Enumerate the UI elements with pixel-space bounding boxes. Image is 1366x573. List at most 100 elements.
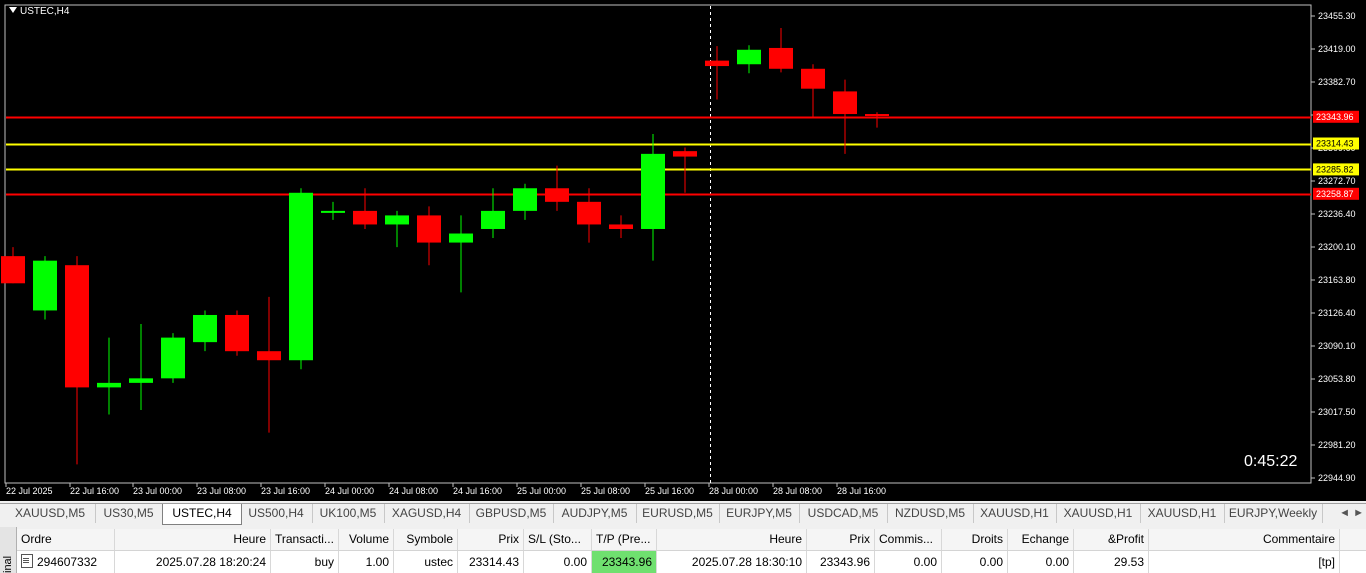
- candle-body[interactable]: [577, 201, 601, 225]
- col-echange[interactable]: Echange: [1008, 529, 1074, 550]
- tab-xauusd-h1[interactable]: XAUUSD,H1: [1140, 504, 1225, 523]
- col-symbole[interactable]: Symbole: [394, 529, 458, 550]
- price-tick-label: 22944.90: [1318, 473, 1356, 483]
- tab-eurjpy-m5[interactable]: EURJPY,M5: [719, 504, 800, 523]
- col-ordre[interactable]: Ordre: [17, 529, 115, 550]
- price-tick-label: 23053.80: [1318, 374, 1356, 384]
- tab-xauusd-h1[interactable]: XAUUSD,H1: [973, 504, 1057, 523]
- time-tick-label: 22 Jul 2025: [6, 486, 53, 496]
- tab-us500-h4[interactable]: US500,H4: [240, 504, 313, 523]
- candle-body[interactable]: [257, 351, 281, 361]
- tab-usdcad-m5[interactable]: USDCAD,M5: [799, 504, 888, 523]
- candle-body[interactable]: [449, 233, 473, 243]
- col-sl[interactable]: S/L (Sto...: [524, 529, 592, 550]
- tab-xauusd-h1[interactable]: XAUUSD,H1: [1056, 504, 1141, 523]
- time-tick-label: 25 Jul 08:00: [581, 486, 630, 496]
- table-row[interactable]: 294607332 2025.07.28 18:20:24 buy 1.00 u…: [17, 551, 1366, 573]
- tab-eurusd-m5[interactable]: EURUSD,M5: [636, 504, 720, 523]
- col-commentaire[interactable]: Commentaire: [1149, 529, 1340, 550]
- tab-nzdusd-m5[interactable]: NZDUSD,M5: [887, 504, 974, 523]
- level-price-label: 23343.96: [1316, 112, 1354, 122]
- tab-eurjpy-weekly[interactable]: EURJPY,Weekly: [1224, 504, 1323, 523]
- tab-xauusd-m5[interactable]: XAUUSD,M5: [5, 504, 96, 523]
- col-profit[interactable]: &Profit: [1074, 529, 1149, 550]
- time-tick-label: 25 Jul 00:00: [517, 486, 566, 496]
- cell-volume: 1.00: [339, 551, 394, 573]
- cell-heure-close: 2025.07.28 18:30:10: [657, 551, 807, 573]
- tab-gbpusd-m5[interactable]: GBPUSD,M5: [469, 504, 554, 523]
- candle-body[interactable]: [321, 210, 345, 213]
- time-tick-label: 24 Jul 08:00: [389, 486, 438, 496]
- candle-body[interactable]: [545, 188, 569, 202]
- chart-area[interactable]: 23455.3023419.0023382.7023346.4023309.60…: [0, 0, 1366, 501]
- col-transaction[interactable]: Transacti...: [271, 529, 339, 550]
- cell-sl: 0.00: [524, 551, 592, 573]
- level-price-label: 23258.87: [1316, 189, 1354, 199]
- time-tick-label: 28 Jul 00:00: [709, 486, 758, 496]
- price-tick-label: 23236.40: [1318, 209, 1356, 219]
- candle-body[interactable]: [289, 192, 313, 361]
- level-price-label: 23314.43: [1316, 139, 1354, 149]
- time-tick-label: 24 Jul 00:00: [325, 486, 374, 496]
- candle-body[interactable]: [833, 91, 857, 115]
- time-tick-label: 23 Jul 08:00: [197, 486, 246, 496]
- tab-us30-m5[interactable]: US30,M5: [95, 504, 163, 523]
- price-chart[interactable]: 23455.3023419.0023382.7023346.4023309.60…: [0, 0, 1366, 501]
- candle-body[interactable]: [641, 153, 665, 229]
- col-heure[interactable]: Heure: [115, 529, 271, 550]
- candle-body[interactable]: [737, 49, 761, 65]
- terminal-side-label[interactable]: inal: [0, 527, 17, 573]
- cell-echange: 0.00: [1008, 551, 1074, 573]
- candle-body[interactable]: [129, 378, 153, 383]
- time-tick-label: 22 Jul 16:00: [70, 486, 119, 496]
- candle-body[interactable]: [769, 47, 793, 69]
- level-price-label: 23285.82: [1316, 164, 1354, 174]
- candle-body[interactable]: [193, 314, 217, 343]
- candle-body[interactable]: [1, 256, 25, 284]
- candle-body[interactable]: [65, 265, 89, 388]
- price-tick-label: 23090.10: [1318, 341, 1356, 351]
- candle-body[interactable]: [865, 114, 889, 117]
- candle-body[interactable]: [353, 210, 377, 225]
- col-volume[interactable]: Volume: [339, 529, 394, 550]
- cell-commentaire: [tp]: [1149, 551, 1340, 573]
- candle-body[interactable]: [417, 215, 441, 243]
- candle-body[interactable]: [481, 210, 505, 229]
- cell-prix: 23314.43: [458, 551, 524, 573]
- candle-body[interactable]: [801, 68, 825, 89]
- col-heure-close[interactable]: Heure: [657, 529, 807, 550]
- tab-ustec-h4[interactable]: USTEC,H4: [162, 504, 242, 525]
- col-prix[interactable]: Prix: [458, 529, 524, 550]
- cell-symbole: ustec: [394, 551, 458, 573]
- time-tick-label: 28 Jul 08:00: [773, 486, 822, 496]
- cell-ordre: 294607332: [17, 551, 115, 573]
- col-prix-close[interactable]: Prix: [807, 529, 875, 550]
- price-tick-label: 23455.30: [1318, 11, 1356, 21]
- candle-body[interactable]: [609, 224, 633, 229]
- candle-countdown: 0:45:22: [1244, 453, 1298, 470]
- table-header: Ordre Heure Transacti... Volume Symbole …: [17, 529, 1366, 551]
- candle-body[interactable]: [385, 215, 409, 225]
- cell-heure: 2025.07.28 18:20:24: [115, 551, 271, 573]
- time-tick-label: 24 Jul 16:00: [453, 486, 502, 496]
- plot-frame: [4, 4, 1312, 484]
- time-tick-label: 28 Jul 16:00: [837, 486, 886, 496]
- candle-body[interactable]: [513, 188, 537, 211]
- candle-body[interactable]: [97, 382, 121, 388]
- tab-uk100-m5[interactable]: UK100,M5: [312, 504, 385, 523]
- tab-xagusd-h4[interactable]: XAGUSD,H4: [384, 504, 470, 523]
- document-icon: [21, 554, 33, 568]
- candle-body[interactable]: [673, 151, 697, 157]
- price-tick-label: 23382.70: [1318, 77, 1356, 87]
- tab-audjpy-m5[interactable]: AUDJPY,M5: [553, 504, 637, 523]
- candle-body[interactable]: [161, 337, 185, 379]
- cell-tp: 23343.96: [592, 551, 657, 573]
- col-droits[interactable]: Droits: [942, 529, 1008, 550]
- tab-scroll-arrows-icon[interactable]: ◄ ►: [1339, 507, 1364, 519]
- col-tp[interactable]: T/P (Pre...: [592, 529, 657, 550]
- candle-body[interactable]: [705, 60, 729, 67]
- time-tick-label: 25 Jul 16:00: [645, 486, 694, 496]
- candle-body[interactable]: [33, 260, 57, 311]
- col-commission[interactable]: Commis...: [875, 529, 942, 550]
- candle-body[interactable]: [225, 314, 249, 352]
